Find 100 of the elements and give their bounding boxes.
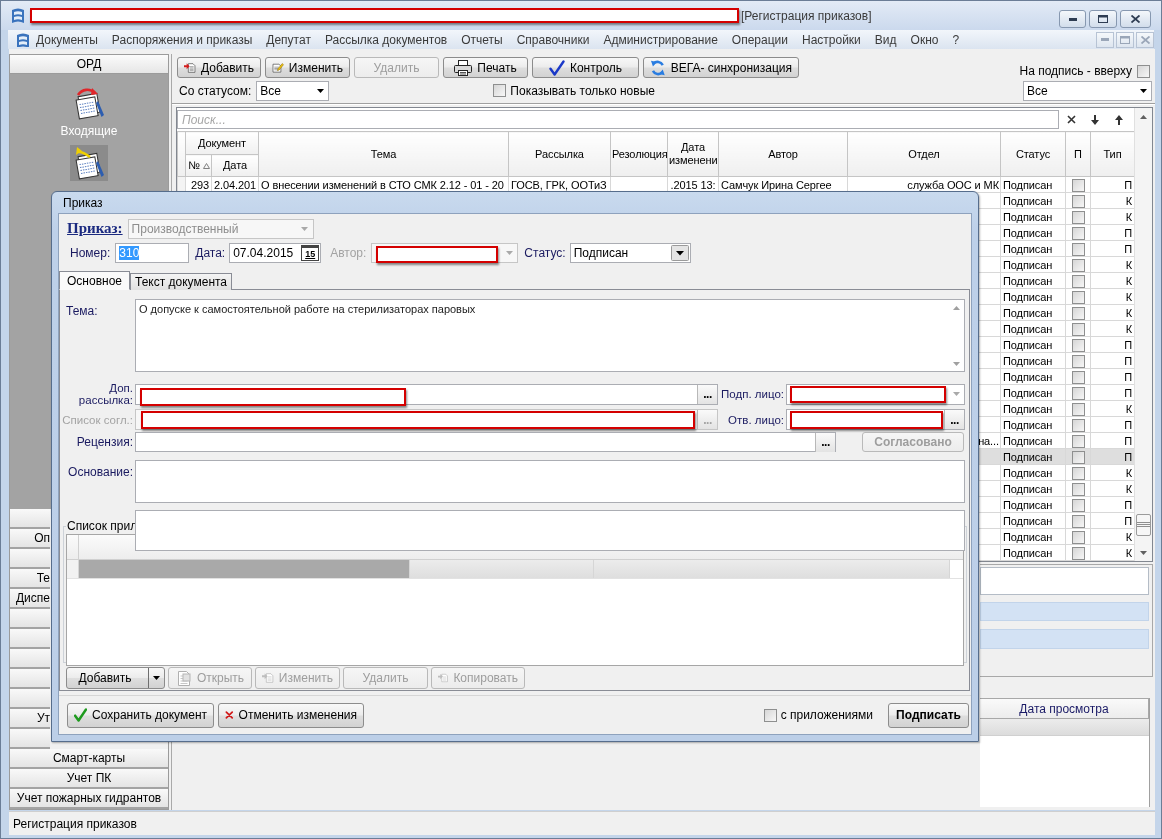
sidebar-button[interactable]: Те [10,569,50,589]
date-field[interactable]: 07.04.2015 15 [229,243,322,263]
grid-row[interactable] [67,560,963,579]
cancel-button[interactable]: Отменить изменения [218,702,364,728]
toolbar-button[interactable]: Печать [443,57,528,78]
arrow-down-icon[interactable] [1091,114,1099,125]
menu-item[interactable]: Справочники [509,32,597,47]
checkbox[interactable] [1071,386,1085,400]
sidebar-button[interactable]: Смарт-карты [10,749,168,769]
checkbox[interactable] [1071,466,1085,480]
column-header[interactable]: Автор [718,131,848,177]
sidebar-button[interactable] [10,629,50,649]
toolbar-button[interactable]: Контроль [532,57,639,78]
column-header[interactable]: Дата просмотра [980,698,1149,719]
checkbox[interactable] [1071,226,1085,240]
sidebar-button[interactable] [10,649,50,669]
column-header[interactable]: Отдел [847,131,1001,177]
checkbox[interactable] [1071,290,1085,304]
sidebar-button[interactable] [10,689,50,709]
sign-button[interactable]: Подписать [888,702,969,728]
checkbox[interactable] [1071,370,1085,384]
sidebar-button[interactable] [10,729,50,749]
tab[interactable]: Основное [59,271,130,290]
view-dropdown[interactable]: Все [1023,80,1152,101]
scrollbar[interactable] [1134,108,1152,561]
sidebar-button[interactable]: Оп [10,529,50,549]
browse-button[interactable]: ... [815,432,835,452]
review-field[interactable]: ... [135,432,836,452]
checkbox[interactable] [1071,274,1085,288]
checkbox[interactable] [493,84,507,97]
add-button[interactable]: Добавить [66,667,165,689]
menu-item[interactable]: Настройки [795,32,868,47]
menu-item[interactable]: Документы [29,32,105,47]
column-header[interactable]: Статус [1000,131,1066,177]
checkbox[interactable] [1071,450,1085,464]
sidebar-button[interactable]: Ут [10,709,50,729]
checkbox[interactable] [763,708,777,722]
calendar-button[interactable]: 15 [301,245,320,261]
column-header[interactable]: Рассылка [508,131,611,177]
search-field[interactable]: Поиск... [177,110,1059,129]
scrollbar-thumb[interactable] [1136,514,1151,536]
checkbox[interactable] [1137,64,1150,78]
status-dropdown[interactable]: Подписан [569,243,691,263]
column-header[interactable]: Документ [185,131,259,155]
checkbox[interactable] [1071,434,1085,448]
tab[interactable]: Текст документа [130,273,233,290]
save-button[interactable]: Сохранить документ [67,702,214,728]
checkbox[interactable] [1071,418,1085,432]
sidebar-button[interactable]: Диспе [10,589,50,609]
menu-item[interactable]: Рассылка документов [317,32,455,47]
checkbox[interactable] [1071,194,1085,208]
checkbox[interactable] [1071,546,1085,560]
menu-item[interactable]: Отчеты [454,32,510,47]
checkbox[interactable] [1071,306,1085,320]
column-header[interactable]: Тема [258,131,509,177]
text-area[interactable] [135,460,965,503]
checkbox[interactable] [1071,482,1085,496]
column-header[interactable]: Резолюция [610,131,668,177]
menu-item[interactable]: Депутат [259,32,318,47]
text-area[interactable]: О допуске к самостоятельной работе на стерилизаторах паровых [135,299,965,372]
menu-item[interactable]: Вид [867,32,904,47]
checkbox[interactable] [1071,258,1085,272]
sidebar-button[interactable]: Учет ПК [10,769,168,789]
checkbox[interactable] [1071,210,1085,224]
arrow-up-icon[interactable] [1115,114,1123,125]
browse-button[interactable]: ... [697,384,717,404]
checkbox[interactable] [1071,498,1085,512]
sidebar-button[interactable] [10,609,50,629]
mailing-field[interactable]: ... [135,383,718,405]
checkbox[interactable] [1071,354,1085,368]
memo-field[interactable] [980,567,1149,595]
checkbox[interactable] [1071,242,1085,256]
sidebar-button[interactable] [10,669,50,689]
column-header[interactable]: Тип [1090,131,1135,177]
menu-item[interactable]: Операции [724,32,795,47]
checkbox[interactable] [1071,402,1085,416]
menu-item[interactable]: Окно [903,32,946,47]
sidebar-button[interactable] [10,509,50,529]
column-header[interactable]: Дата изменени [667,131,719,177]
maximize-button[interactable] [1089,10,1117,28]
menu-item[interactable]: Распоряжения и приказы [104,32,260,47]
checkbox[interactable] [1071,514,1085,528]
status-dropdown[interactable]: Все [256,80,330,101]
close-button[interactable] [1120,10,1151,28]
column-header[interactable]: П [1065,131,1091,177]
menu-item[interactable]: Администрирование [596,32,725,47]
sidebar-button[interactable] [10,549,50,569]
checkbox[interactable] [1071,338,1085,352]
text-area[interactable] [135,510,965,551]
close-icon[interactable] [1066,115,1076,124]
sidebar-button[interactable]: Учет пожарных гидрантов [10,789,168,809]
signer-dropdown[interactable] [786,383,965,405]
toolbar-button[interactable]: Изменить [265,57,350,78]
toolbar-button[interactable]: ВЕГА- синхронизация [643,57,799,78]
browse-button[interactable]: ... [944,410,964,429]
checkbox[interactable] [1071,178,1085,192]
menu-item[interactable]: ? [945,32,967,47]
checkbox[interactable] [1071,322,1085,336]
toolbar-button[interactable]: Добавить [177,57,261,78]
checkbox[interactable] [1071,530,1085,544]
